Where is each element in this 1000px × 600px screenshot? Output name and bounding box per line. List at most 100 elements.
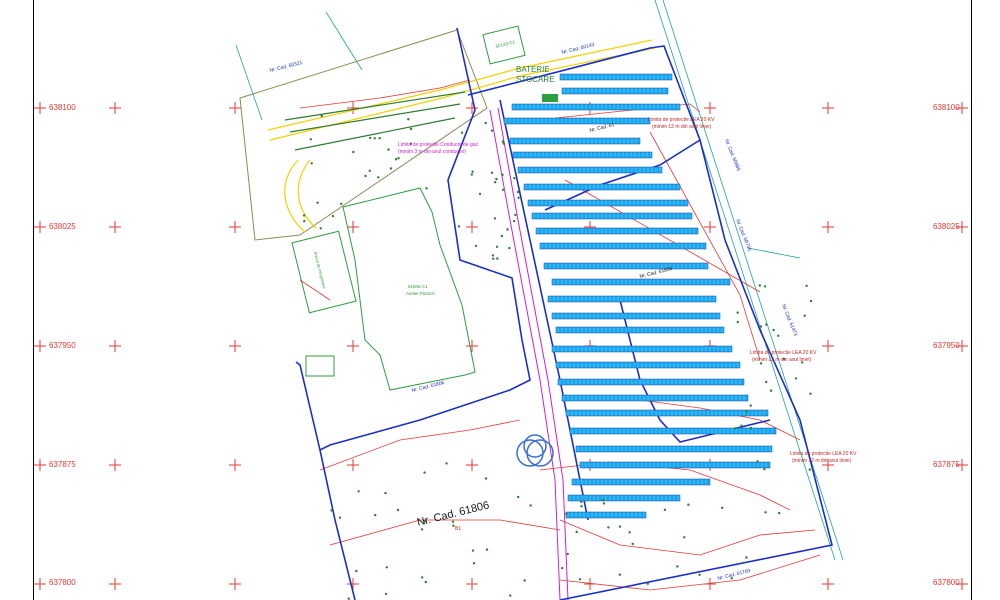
tree-dot [734,427,737,430]
lea-limit-a-1: Limita de protectie LEA 20 KV [648,117,715,123]
tree-dot [676,565,679,568]
tree-dot [490,171,494,174]
panel-row [535,227,699,235]
tree-dot [769,389,773,392]
tree-dot [319,227,322,230]
tree-dot [384,491,387,495]
tree-dot [749,404,752,407]
panel-row [561,87,669,95]
panel-row [571,478,711,486]
panel-row [551,278,731,286]
panel-row [569,427,777,435]
tree-dot [502,142,505,145]
tree-dot [516,190,520,194]
tree-dot [501,173,504,176]
grid-cross [109,221,121,233]
tree-dot [421,576,424,579]
gas-limit-label-2: (minim 3 m din axul conductei) [398,149,466,155]
battery-block [542,94,558,102]
tree-dot [368,169,371,172]
building-main-outline [342,187,476,391]
panel-row [543,262,709,270]
panel-row [512,151,653,159]
lea-limit-c-2: (minim 12 m din axul liniei) [792,458,852,464]
panel-row [551,345,733,353]
grid-cross [34,578,46,590]
tree-dot [512,219,516,223]
tree-dot [357,490,360,493]
panel-row [579,461,771,469]
circle-cluster-icon [516,434,554,467]
tree-dot [340,202,343,205]
tree-dot [618,573,621,576]
grid-cross [347,102,359,114]
tree-dot [575,530,578,534]
tree-dot [384,592,388,596]
tree-dot [580,500,583,504]
tree-dot [663,508,667,511]
grid-cross [704,102,716,114]
plot-mark: B1 [455,526,461,532]
tree-dot [618,525,622,528]
grid-cross [109,102,121,114]
tree-dot [425,187,428,190]
tree-dot [491,254,495,257]
tree-dot [320,114,323,118]
grid-cross [956,459,968,471]
panel-row [517,166,663,174]
tree-dot [490,129,494,132]
tree-dot [492,257,495,260]
panel-row [557,378,745,386]
tree-dot [509,594,512,597]
tree-dot [495,177,498,181]
lea-limit-b-1: Limita de protectie LEA 20 KV [750,350,817,356]
battery-label-1: BATERIE [516,65,550,74]
panel-row [509,137,641,145]
panel-row [547,295,717,303]
tree-dot [631,542,634,546]
tree-dot [809,299,813,303]
tree-dot [578,578,582,581]
tree-dot [745,556,748,559]
tree-dot [420,528,424,531]
lea-limit-c-1: Limita de protectie LEA 20 KV [790,451,857,457]
tree-dot [474,244,478,248]
tree-dot [517,196,520,199]
grid-cross [229,578,241,590]
tree-dot [749,426,753,430]
grid-cross [109,578,121,590]
grid-cross [34,459,46,471]
tree-dot [445,462,448,465]
tree-dot [500,234,503,238]
lea-limit-b-2: (minim 12 m din axul liniei) [752,357,812,363]
tree-dot [373,137,376,140]
tree-dot [736,311,739,314]
tree-dot [763,468,766,471]
panel-row [539,242,707,250]
tree-dot [374,513,377,517]
parcel-label-e3: Nr. Cad. 61473 [780,304,798,338]
annex-label: Anexa de inregistrare [313,251,327,290]
grid-cross [956,578,968,590]
tree-dot [485,548,489,551]
tree-dot [364,174,367,178]
grid-crosses [34,102,968,590]
tree-dot [397,157,400,160]
grid-cross [34,221,46,233]
grid-cross [956,221,968,233]
tree-dot [378,137,381,140]
grid-cross [347,340,359,352]
tree-dot [303,219,306,223]
site-plan-map: Nr. Cad. 61806 Nr. Cad. 60321 Nr. Cad. 6… [34,0,968,600]
parcel-nw-boundary [239,29,488,241]
panel-row [555,326,725,334]
panel-row [503,117,651,125]
tree-dot [355,569,358,573]
grid-cross [347,578,359,590]
tree-dot [394,158,398,161]
panel-row [567,494,681,502]
grid-cross [822,102,834,114]
tree-dot [309,138,312,141]
tree-dot [742,561,745,564]
tree-dot [628,531,631,534]
